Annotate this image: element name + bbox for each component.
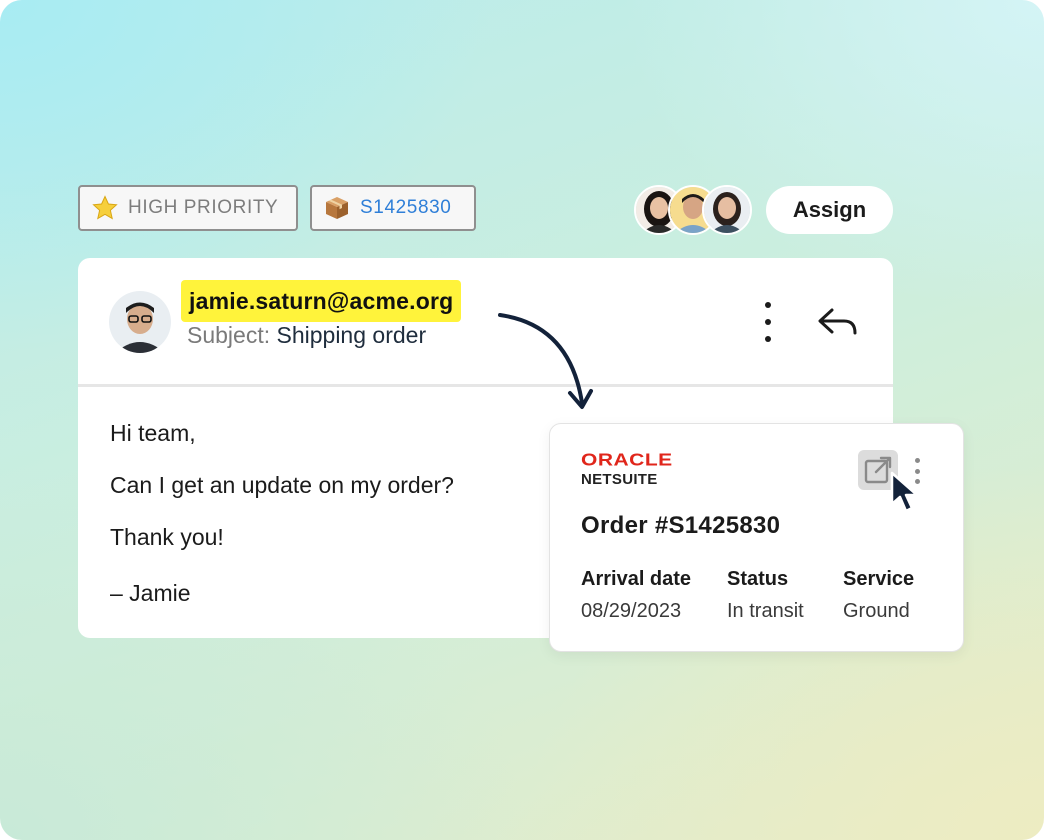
- email-body-line: Hi team,: [110, 420, 196, 446]
- more-options-icon[interactable]: [758, 302, 778, 342]
- sender-avatar[interactable]: [109, 291, 171, 353]
- sender-email[interactable]: jamie.saturn@acme.org: [181, 280, 462, 322]
- package-icon: [326, 197, 348, 219]
- email-header: jamie.saturn@acme.org Subject: Shipping …: [78, 258, 893, 387]
- subject-line: Subject: Shipping order: [187, 322, 426, 349]
- background: HIGH PRIORITY S1425830 Assign jamie.satu…: [0, 0, 1044, 840]
- netsuite-order-card: ORACLE NETSUITE Order #S1425830 Arrival …: [549, 423, 964, 652]
- service-label: Service: [843, 568, 915, 590]
- email-body-line: Can I get an update on my order?: [110, 472, 454, 498]
- high-priority-tag[interactable]: HIGH PRIORITY: [78, 185, 298, 231]
- logo-netsuite: NETSUITE: [581, 471, 658, 488]
- email-body-line: – Jamie: [110, 580, 191, 606]
- arrival-date-value: 08/29/2023: [581, 600, 682, 622]
- order-title: Order #S1425830: [581, 512, 781, 539]
- avatar: [702, 185, 752, 235]
- subject-label: Subject:: [187, 322, 271, 348]
- star-icon: [92, 195, 118, 220]
- oracle-netsuite-logo: ORACLE NETSUITE: [581, 450, 673, 488]
- reply-icon[interactable]: [816, 304, 860, 340]
- curved-arrow-icon: [498, 313, 593, 409]
- assignee-avatars[interactable]: [634, 185, 752, 235]
- assign-button[interactable]: Assign: [766, 186, 893, 234]
- order-number-tag[interactable]: S1425830: [310, 185, 476, 231]
- priority-tag-label: HIGH PRIORITY: [128, 197, 279, 218]
- mouse-cursor-icon: [890, 471, 919, 513]
- status-label: Status: [727, 568, 789, 590]
- status-value: In transit: [727, 600, 804, 622]
- arrival-date-label: Arrival date: [581, 568, 692, 590]
- order-tag-label: S1425830: [360, 197, 452, 218]
- service-value: Ground: [843, 600, 910, 622]
- email-body-line: Thank you!: [110, 524, 224, 550]
- subject-value: Shipping order: [276, 322, 427, 348]
- logo-oracle: ORACLE: [581, 450, 673, 470]
